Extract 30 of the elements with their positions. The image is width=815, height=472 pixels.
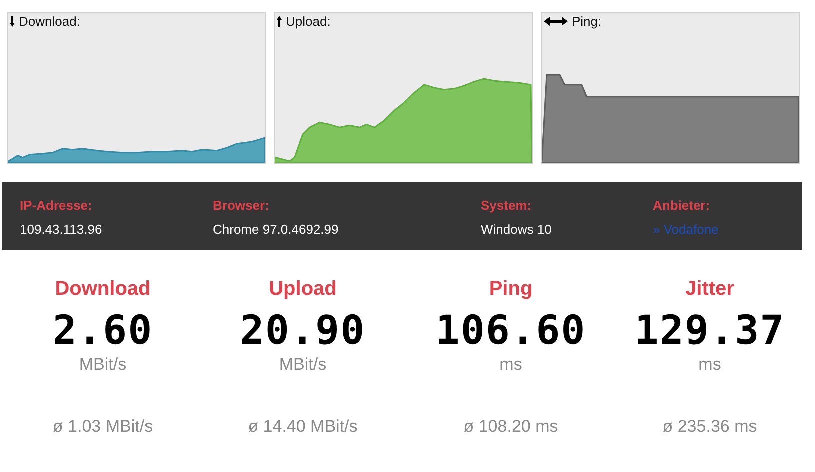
double-arrow-icon	[544, 17, 568, 26]
info-label: Anbieter:	[653, 198, 712, 213]
metric-unit: ms	[698, 355, 722, 375]
info-label: Browser:	[213, 198, 270, 213]
metric-average: ø 14.40 MBit/s	[248, 417, 358, 437]
metric-value: 2.60	[52, 309, 154, 353]
graph-label: Ping:	[572, 14, 602, 29]
info-value: 109.43.113.96	[20, 222, 104, 237]
metric-unit: ms	[500, 355, 522, 375]
metric-average: ø 108.20 ms	[464, 417, 558, 437]
info-value: Windows 10	[481, 222, 553, 237]
graph-label: Download:	[19, 14, 80, 29]
metric-value: 20.90	[240, 309, 366, 353]
graph-label: Upload:	[286, 14, 331, 29]
metric-title: Jitter	[686, 278, 734, 301]
metric-unit: MBit/s	[79, 355, 127, 375]
metric-value: 106.60	[436, 309, 586, 353]
down-arrow-icon	[10, 16, 15, 27]
provider-link[interactable]: » Vodafone	[653, 222, 719, 237]
info-label: System:	[481, 198, 533, 213]
metric-average: ø 235.36 ms	[662, 417, 758, 437]
metric-unit: MBit/s	[279, 355, 327, 375]
metric-value: 129.37	[634, 309, 786, 353]
info-label: IP-Adresse:	[20, 198, 94, 213]
metric-title: Ping	[489, 278, 533, 301]
metric-title: Upload	[269, 278, 337, 301]
metric-average: ø 1.03 MBit/s	[52, 417, 154, 437]
up-arrow-icon	[277, 16, 282, 27]
info-value: Chrome 97.0.4692.99	[213, 222, 340, 237]
metric-title: Download	[55, 278, 151, 301]
